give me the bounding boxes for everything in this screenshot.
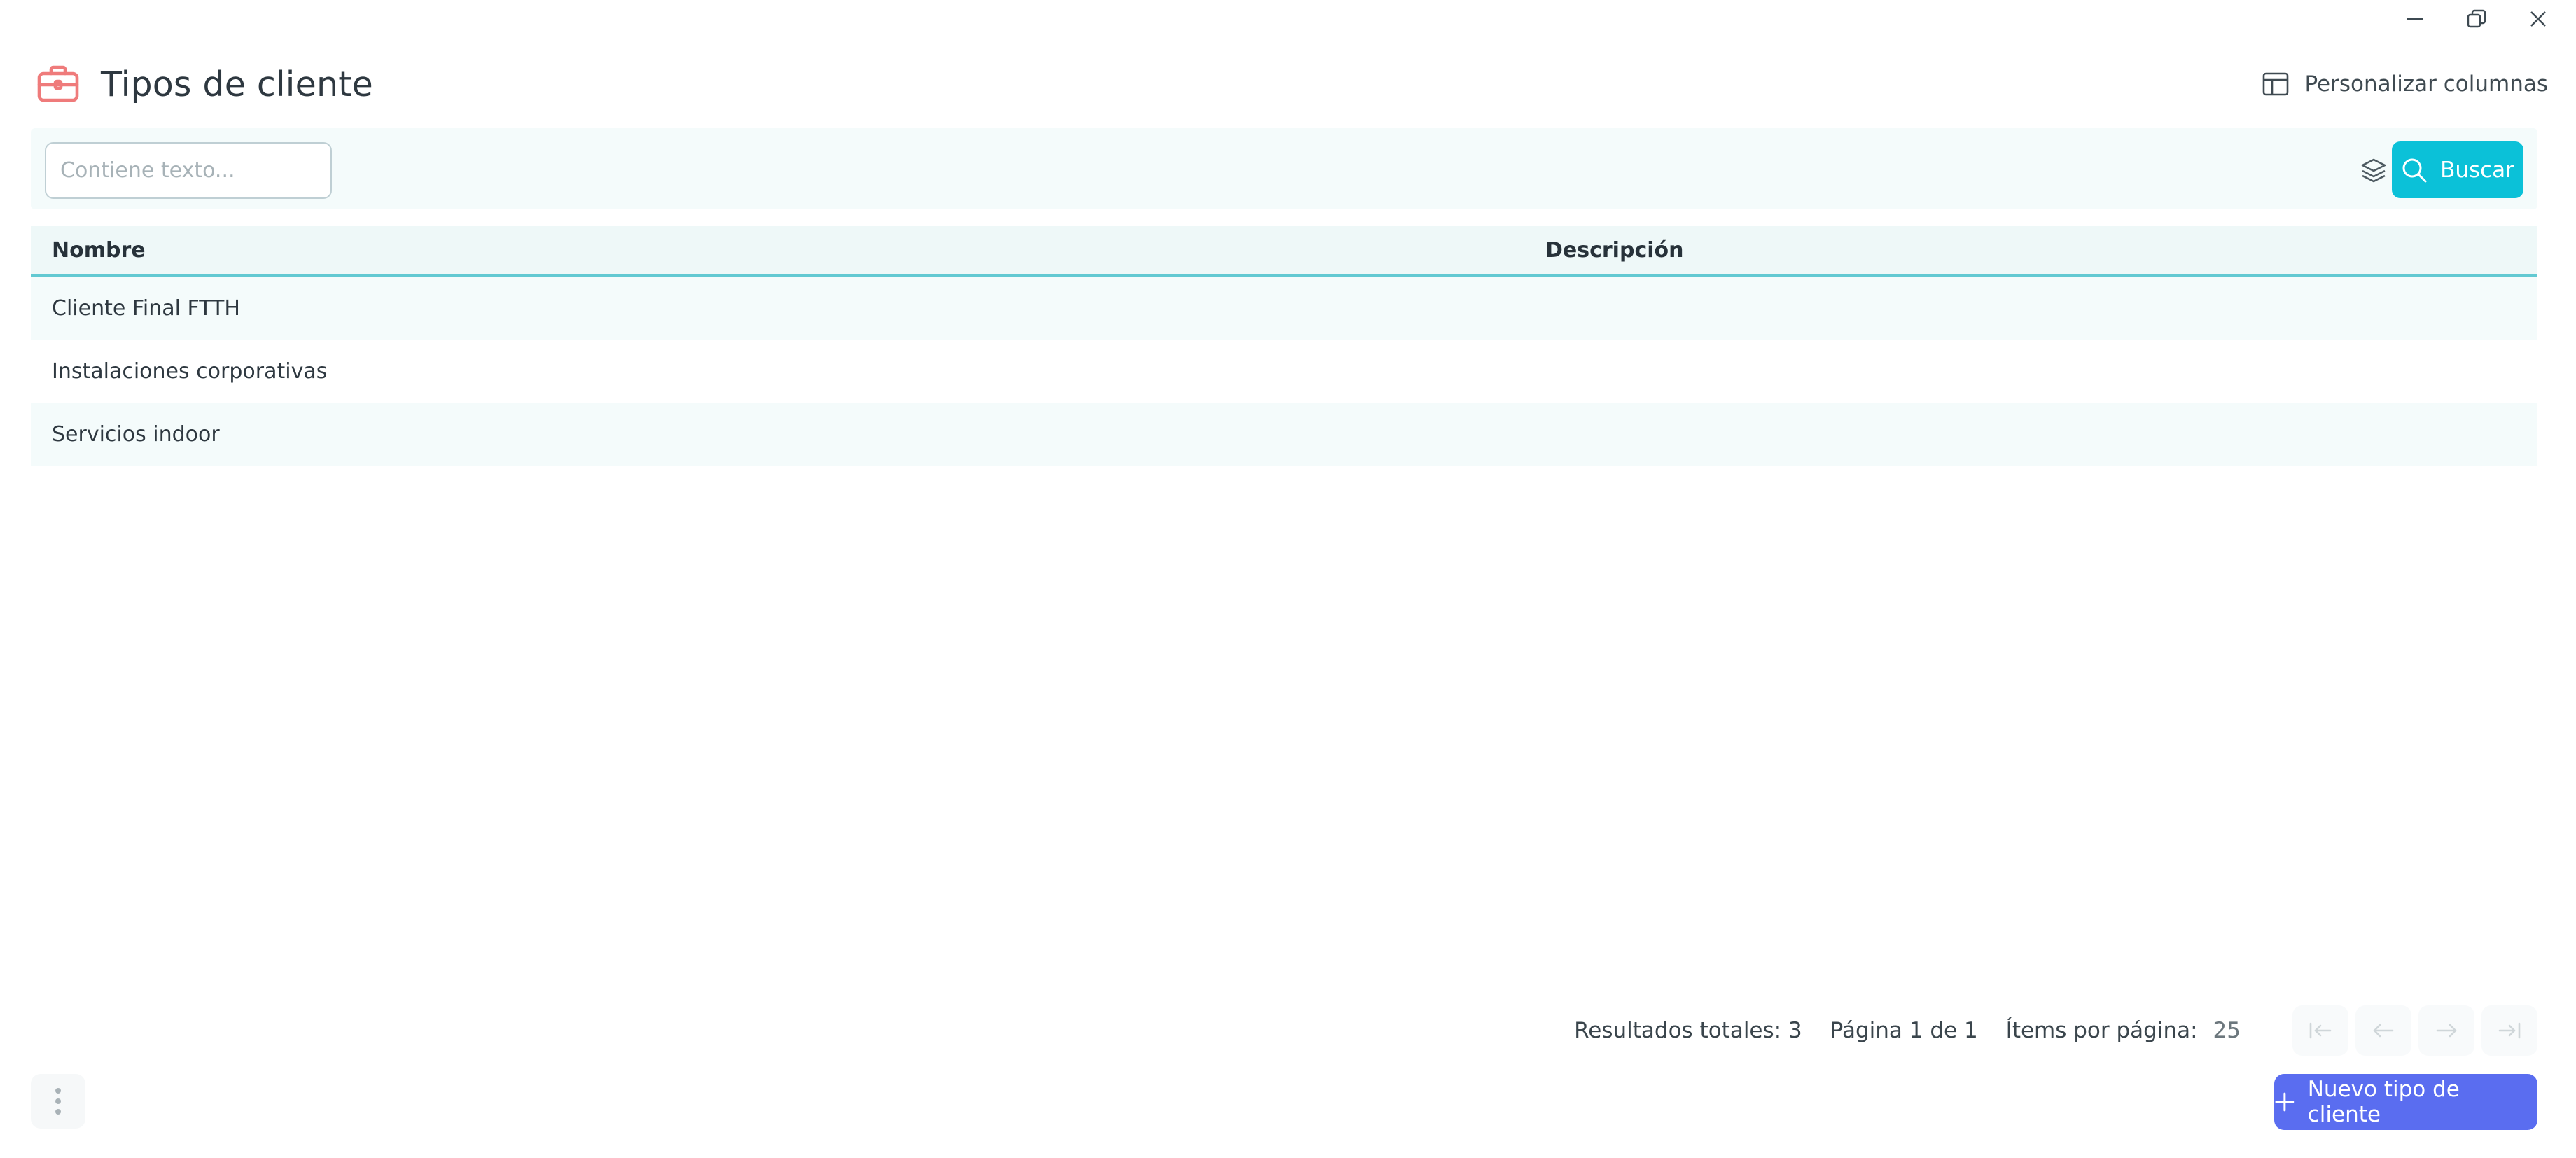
new-client-type-button[interactable]: Nuevo tipo de cliente [2274, 1074, 2537, 1130]
window-controls [2384, 3, 2569, 35]
columns-layout-icon [2263, 72, 2289, 96]
previous-page-button[interactable] [2355, 1005, 2411, 1056]
cell-nombre: Cliente Final FTTH [52, 295, 240, 321]
more-vertical-icon [55, 1088, 61, 1094]
plus-icon [2275, 1092, 2295, 1112]
layers-icon [2361, 158, 2386, 183]
layers-button[interactable] [2352, 149, 2395, 193]
first-page-icon [2309, 1022, 2332, 1039]
last-page-icon [2498, 1022, 2521, 1039]
search-bar: Buscar [31, 128, 2537, 209]
restore-icon [2467, 9, 2486, 28]
customize-columns-button[interactable]: Personalizar columnas [2262, 71, 2548, 97]
new-client-type-label: Nuevo tipo de cliente [2307, 1077, 2460, 1127]
client-types-table: Nombre Descripción Cliente Final FTTH In… [31, 226, 2537, 466]
search-button-label: Buscar [2440, 157, 2514, 183]
page-header: Tipos de cliente Personalizar columnas [35, 59, 2548, 109]
search-input[interactable] [45, 142, 332, 199]
column-header-descripcion[interactable]: Descripción [1545, 238, 2537, 263]
items-per-page-label: Ítems por página: [2005, 1018, 2198, 1043]
arrow-left-icon [2373, 1024, 2394, 1038]
total-results: Resultados totales: 3 [1574, 1018, 1802, 1043]
minimize-button[interactable] [2384, 3, 2446, 35]
briefcase-icon [35, 61, 81, 107]
last-page-button[interactable] [2481, 1005, 2537, 1056]
cell-nombre: Servicios indoor [52, 421, 220, 447]
minimize-icon [2407, 18, 2423, 20]
page-title: Tipos de cliente [101, 64, 373, 104]
column-header-nombre[interactable]: Nombre [31, 238, 1545, 263]
table-header: Nombre Descripción [31, 226, 2537, 277]
search-icon [2402, 158, 2427, 182]
page-info: Página 1 de 1 [1830, 1018, 1978, 1043]
search-button[interactable]: Buscar [2392, 141, 2523, 198]
next-page-button[interactable] [2418, 1005, 2474, 1056]
restore-button[interactable] [2446, 3, 2507, 35]
table-row[interactable]: Servicios indoor [31, 403, 2537, 466]
arrow-right-icon [2436, 1024, 2457, 1038]
cell-nombre: Instalaciones corporativas [52, 358, 328, 384]
pagination: Resultados totales: 3 Página 1 de 1 Ítem… [1574, 1005, 2537, 1056]
close-icon [2530, 11, 2546, 27]
items-per-page-select[interactable]: 25 [2213, 1018, 2241, 1043]
close-button[interactable] [2507, 3, 2569, 35]
customize-columns-label: Personalizar columnas [2304, 71, 2548, 97]
first-page-button[interactable] [2292, 1005, 2348, 1056]
table-row[interactable]: Cliente Final FTTH [31, 277, 2537, 340]
more-options-button[interactable] [31, 1074, 85, 1129]
table-row[interactable]: Instalaciones corporativas [31, 340, 2537, 403]
